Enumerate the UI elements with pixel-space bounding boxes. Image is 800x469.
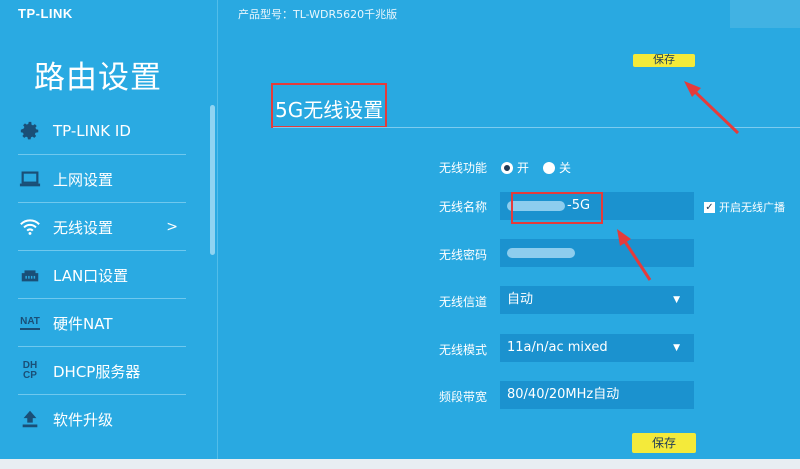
sidebar-item-label: LAN口设置 bbox=[53, 266, 129, 285]
save-button-bottom[interactable]: 保存 bbox=[632, 433, 696, 453]
upload-icon bbox=[18, 407, 42, 431]
laptop-icon bbox=[18, 167, 42, 191]
annotation-box-title bbox=[271, 83, 387, 128]
channel-select[interactable]: 自动 ▼ bbox=[500, 286, 694, 314]
password-label: 无线密码 bbox=[439, 248, 488, 262]
product-model: 产品型号：TL-WDR5620千兆版 bbox=[238, 8, 398, 21]
mode-value: 11a/n/ac mixed bbox=[507, 340, 608, 355]
annotation-arrow-save bbox=[684, 81, 740, 135]
dhcp-icon-text-bottom: CP bbox=[23, 370, 37, 381]
sidebar-item-upgrade[interactable]: 软件升级 bbox=[0, 395, 218, 443]
sidebar-item-hardware-nat[interactable]: NAT 硬件NAT bbox=[0, 299, 218, 347]
broadcast-toggle[interactable]: ✓ 开启无线广播 bbox=[704, 199, 785, 215]
password-redacted bbox=[507, 247, 575, 258]
sidebar-title: 路由设置 bbox=[34, 60, 162, 96]
broadcast-checkbox[interactable]: ✓ bbox=[704, 201, 715, 213]
wireless-off-radio[interactable] bbox=[543, 161, 556, 174]
wifi-icon bbox=[18, 215, 42, 239]
save-button-top[interactable]: 保存 bbox=[633, 54, 695, 67]
main-panel: 产品型号：TL-WDR5620千兆版 保存 5G无线设置 无线功能 开 关 无线… bbox=[218, 0, 800, 469]
sidebar-item-label: 软件升级 bbox=[53, 410, 114, 429]
bottom-strip bbox=[0, 459, 800, 469]
chevron-down-icon: ▼ bbox=[673, 295, 680, 305]
lan-icon bbox=[18, 263, 42, 287]
bandwidth-label: 频段带宽 bbox=[439, 390, 488, 404]
bandwidth-select[interactable]: 80/40/20MHz自动 bbox=[500, 381, 694, 409]
wireless-off-label: 关 bbox=[559, 161, 572, 175]
sidebar-item-lan[interactable]: LAN口设置 bbox=[0, 251, 218, 299]
sidebar-item-label: TP-LINK ID bbox=[53, 122, 131, 140]
top-right-blur bbox=[730, 0, 800, 28]
sidebar-item-label: DHCP服务器 bbox=[53, 362, 141, 381]
wireless-on-label: 开 bbox=[517, 161, 530, 175]
gear-icon bbox=[18, 119, 42, 143]
ssid-label: 无线名称 bbox=[439, 200, 488, 214]
brand-logo: TP-LINK bbox=[18, 6, 73, 21]
nat-icon-text: NAT bbox=[20, 316, 40, 330]
chevron-right-icon: > bbox=[166, 219, 178, 235]
sidebar-item-label: 无线设置 bbox=[53, 218, 114, 237]
sidebar-item-tplink-id[interactable]: TP-LINK ID bbox=[0, 107, 218, 155]
mode-select[interactable]: 11a/n/ac mixed ▼ bbox=[500, 334, 694, 362]
sidebar-item-label: 上网设置 bbox=[53, 170, 114, 189]
sidebar-nav: TP-LINK ID 上网设置 无线设置 > LAN口设置 NAT 硬件NAT bbox=[0, 107, 218, 443]
password-input[interactable] bbox=[500, 239, 694, 267]
sidebar-item-dhcp[interactable]: DH CP DHCP服务器 bbox=[0, 347, 218, 395]
broadcast-label: 开启无线广播 bbox=[719, 201, 785, 214]
channel-value: 自动 bbox=[507, 292, 534, 307]
sidebar: TP-LINK 路由设置 TP-LINK ID 上网设置 无线设置 > LAN口… bbox=[0, 0, 218, 469]
sidebar-item-internet[interactable]: 上网设置 bbox=[0, 155, 218, 203]
wireless-func-radio-group: 开 关 bbox=[501, 159, 585, 176]
bandwidth-value: 80/40/20MHz自动 bbox=[507, 387, 620, 402]
mode-label: 无线模式 bbox=[439, 343, 488, 357]
sidebar-item-wireless[interactable]: 无线设置 > bbox=[0, 203, 218, 251]
annotation-box-ssid bbox=[511, 192, 603, 224]
wireless-on-radio[interactable] bbox=[501, 161, 513, 174]
dhcp-icon: DH CP bbox=[18, 359, 42, 383]
chevron-down-icon: ▼ bbox=[673, 343, 680, 353]
wireless-func-label: 无线功能 bbox=[439, 161, 488, 175]
section-divider bbox=[273, 127, 800, 128]
sidebar-item-label: 硬件NAT bbox=[53, 314, 113, 333]
nat-icon: NAT bbox=[18, 311, 42, 335]
channel-label: 无线信道 bbox=[439, 295, 488, 309]
